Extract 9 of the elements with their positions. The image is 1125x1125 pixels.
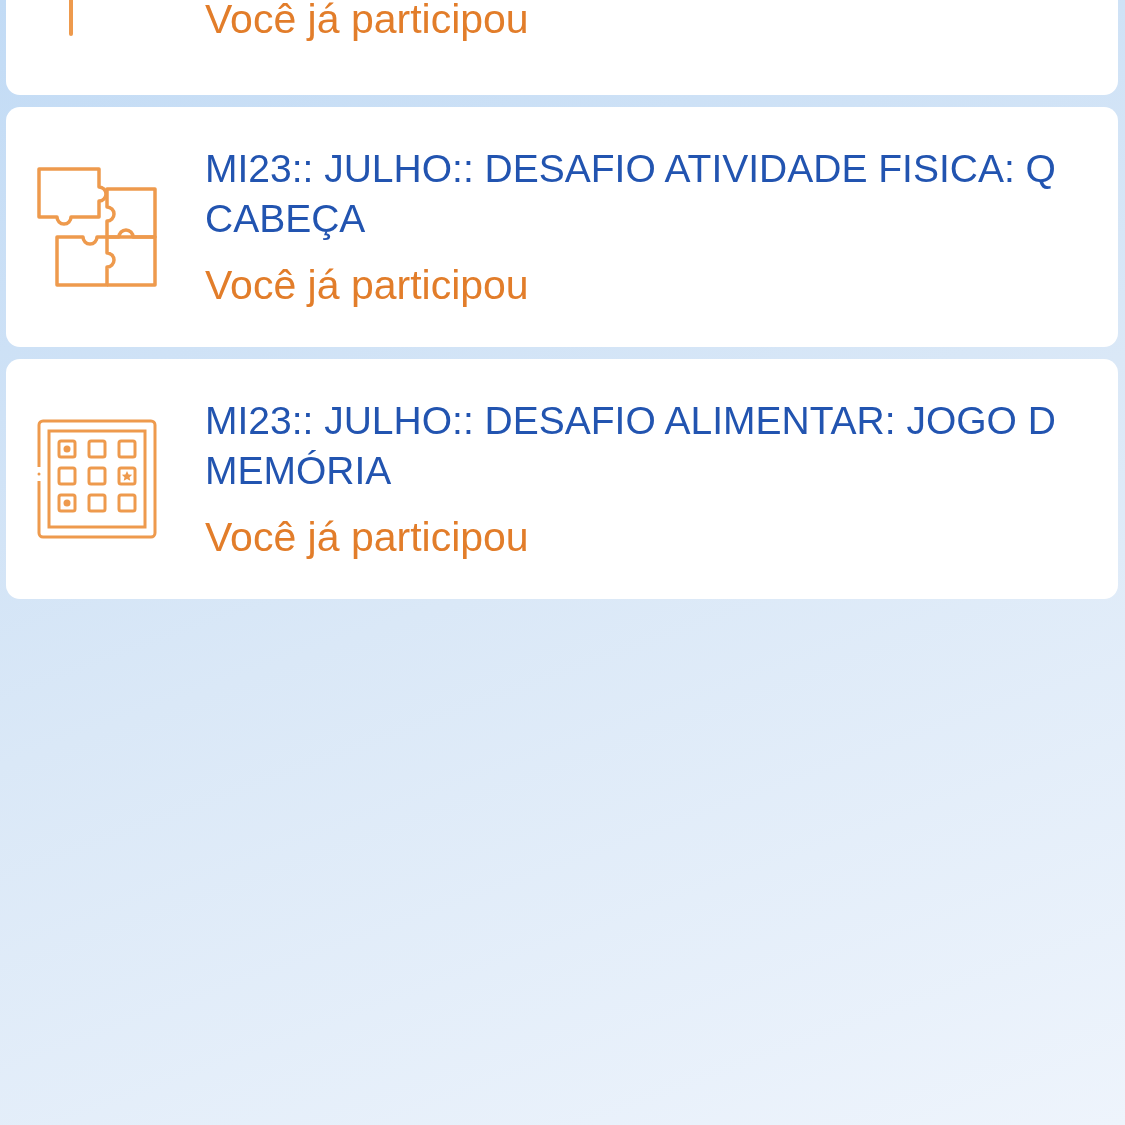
memory-game-icon	[37, 419, 157, 539]
activity-card[interactable]: MI23:: JULHO:: DESAFIO ALIMENTAR: JOGO D MEMÓRIA Você já participou	[6, 359, 1118, 599]
activity-title: MI23:: JULHO:: DESAFIO ALIMENTAR: JOGO D MEMÓRIA	[205, 398, 1056, 494]
participation-status: Você já participou	[205, 261, 530, 310]
activity-card[interactable]: MI23:: JULHO:: DESAFIO ATIVIDADE FISICA: Q CABEÇA Você já participou	[6, 107, 1118, 347]
puzzle-icon	[37, 167, 157, 287]
activity-title: MI23:: JULHO:: DESAFIO ATIVIDADE FISICA: Q CABEÇA	[205, 146, 1056, 242]
participation-status: Você já participou	[205, 513, 530, 562]
participation-status: Você já participou	[205, 0, 529, 44]
